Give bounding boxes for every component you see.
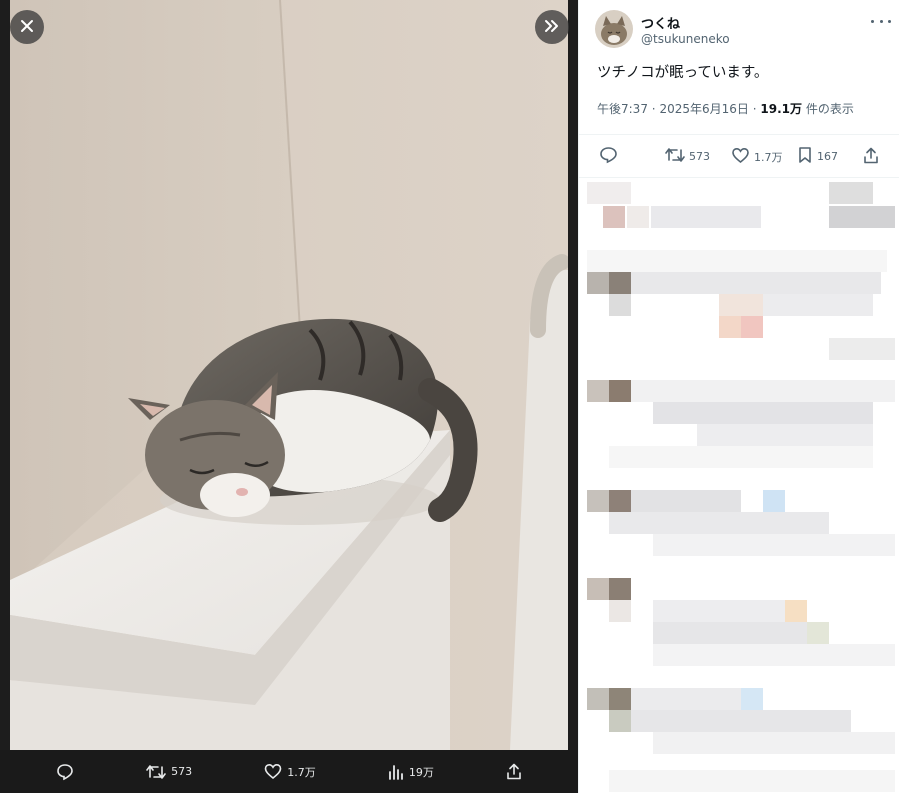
views-count: 19.1万 xyxy=(760,102,802,116)
views-icon xyxy=(388,764,404,780)
like-button[interactable]: 1.7万 xyxy=(731,135,783,178)
reply-icon xyxy=(56,763,74,781)
media-viewer: 573 1.7万 19万 xyxy=(0,0,578,793)
retweet-button[interactable]: 573 xyxy=(665,135,710,178)
viewer-views-button[interactable]: 19万 xyxy=(388,764,434,780)
views-label: 件の表示 xyxy=(805,102,854,116)
tweet-time[interactable]: 午後7:37 xyxy=(597,102,648,116)
like-count: 1.7万 xyxy=(754,150,783,164)
viewer-like-count: 1.7万 xyxy=(287,765,316,779)
retweet-icon xyxy=(146,763,166,781)
tweet-meta: 午後7:37 · 2025年6月16日 · 19.1万 件の表示 xyxy=(597,100,854,117)
viewer-views-count: 19万 xyxy=(408,765,434,779)
viewer-retweet-count: 573 xyxy=(171,765,193,778)
heart-icon xyxy=(264,763,282,780)
tweet-panel: つくね @tsukuneneko ツチノコが眠っています。 午後7:37 · 2… xyxy=(578,0,900,793)
display-name[interactable]: つくね xyxy=(641,13,680,32)
tweet-text: ツチノコが眠っています。 xyxy=(597,65,769,81)
viewer-share-button[interactable] xyxy=(506,763,522,780)
bookmark-count: 167 xyxy=(817,150,838,163)
avatar[interactable] xyxy=(595,10,633,48)
user-handle[interactable]: @tsukuneneko xyxy=(641,32,730,46)
blurred-replies xyxy=(579,180,900,793)
viewer-reply-button[interactable] xyxy=(56,763,74,781)
reply-button[interactable] xyxy=(599,135,618,178)
close-icon xyxy=(20,18,34,37)
more-icon[interactable] xyxy=(871,14,891,28)
meta-separator-2: · xyxy=(752,102,757,116)
bookmark-button[interactable]: 167 xyxy=(797,135,838,178)
viewer-like-button[interactable]: 1.7万 xyxy=(264,763,316,780)
tweet-action-bar: 573 1.7万 167 xyxy=(579,134,899,178)
retweet-icon xyxy=(665,146,685,167)
bookmark-icon xyxy=(797,146,813,167)
heart-icon xyxy=(731,147,750,167)
cat-photo xyxy=(10,0,568,750)
tweet-date[interactable]: 2025年6月16日 xyxy=(659,102,748,116)
retweet-count: 573 xyxy=(689,150,710,163)
chevrons-right-icon xyxy=(544,18,560,37)
share-button[interactable] xyxy=(863,135,879,178)
viewer-action-bar: 573 1.7万 19万 xyxy=(0,750,578,793)
viewer-retweet-button[interactable]: 573 xyxy=(146,763,192,781)
reply-icon xyxy=(599,146,618,167)
close-button[interactable] xyxy=(10,10,44,44)
share-icon xyxy=(506,763,522,780)
meta-separator: · xyxy=(651,102,656,116)
tweet-header: つくね @tsukuneneko xyxy=(595,10,891,50)
expand-button[interactable] xyxy=(535,10,569,44)
share-icon xyxy=(863,147,879,167)
